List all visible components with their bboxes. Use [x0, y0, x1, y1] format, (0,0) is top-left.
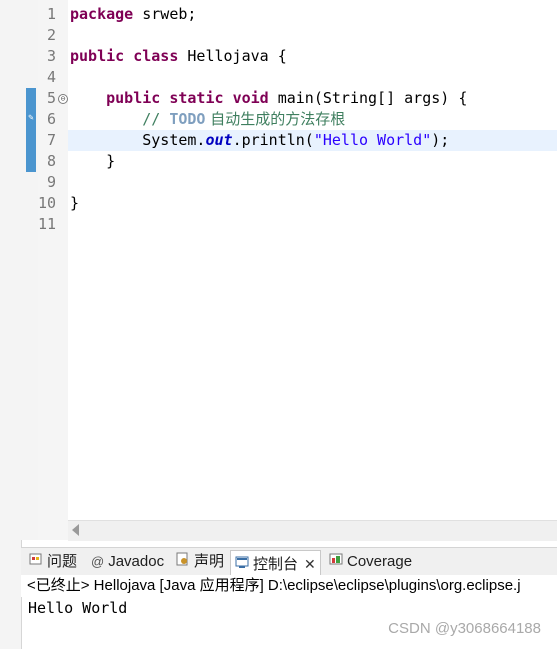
tab-label: 问题	[47, 553, 78, 570]
close-icon[interactable]: ✕	[304, 556, 316, 572]
javadoc-icon: @	[91, 554, 105, 570]
tab-label: Javadoc	[108, 553, 165, 570]
tab-label: 声明	[194, 553, 225, 570]
line-number: 4	[46, 68, 56, 86]
tab-problems[interactable]: 问题	[29, 552, 77, 572]
line-number: 2	[46, 26, 56, 44]
code-editor[interactable]	[68, 0, 557, 520]
code-line-8[interactable]: }	[70, 151, 115, 172]
line-number: 9	[46, 173, 56, 191]
code-line-7[interactable]: System.out.println("Hello World");	[70, 130, 449, 151]
tab-label: Coverage	[347, 553, 413, 570]
coverage-icon	[329, 552, 343, 572]
declaration-icon	[176, 552, 190, 572]
window-left-edge	[0, 0, 22, 649]
console-header: <已终止> Hellojava [Java 应用程序] D:\eclipse\e…	[21, 575, 557, 597]
line-number: 7	[46, 131, 56, 149]
line-number: 5	[46, 89, 56, 107]
tab-console[interactable]: 控制台 ✕	[230, 550, 321, 577]
code-line-6[interactable]: // TODO 自动生成的方法存根	[70, 109, 345, 130]
line-number: 3	[46, 47, 56, 65]
code-line-5[interactable]: public static void main(String[] args) {	[70, 88, 467, 109]
problems-icon	[29, 552, 43, 572]
line-number: 8	[46, 152, 56, 170]
tab-declaration[interactable]: 声明	[176, 552, 224, 572]
watermark: CSDN @y3068664188	[388, 620, 541, 637]
tab-javadoc[interactable]: @ Javadoc	[91, 552, 164, 572]
console-output[interactable]: Hello World	[28, 598, 127, 618]
line-number-ruler: 1 2 3 4 5 6 7 8 9 10 11	[38, 0, 68, 540]
horizontal-scrollbar[interactable]	[68, 520, 557, 541]
fold-toggle-icon[interactable]: ⊖	[58, 94, 68, 104]
code-line-1[interactable]: package srweb;	[70, 4, 196, 25]
code-line-10[interactable]: }	[70, 193, 79, 214]
tab-label: 控制台	[253, 556, 299, 573]
line-number: 11	[37, 215, 56, 233]
line-number: 10	[37, 194, 56, 212]
line-number: 1	[46, 5, 56, 23]
console-process-label: <已终止> Hellojava [Java 应用程序] D:\eclipse\e…	[27, 577, 521, 594]
line-number: 6	[46, 110, 56, 128]
bottom-panel-tabs: 问题 @ Javadoc 声明 控制台 ✕ Coverage	[21, 547, 557, 577]
code-line-3[interactable]: public class Hellojava {	[70, 46, 287, 67]
scroll-left-arrow-icon[interactable]	[72, 524, 79, 536]
tab-coverage[interactable]: Coverage	[329, 552, 412, 572]
